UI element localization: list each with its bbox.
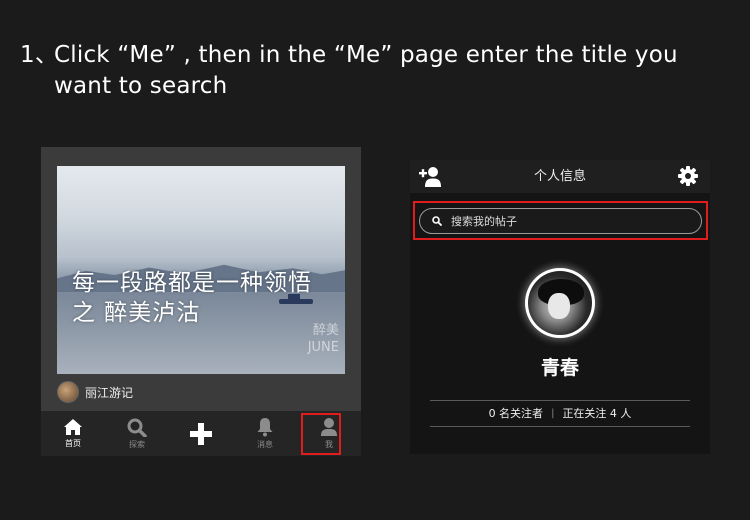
watermark-line-1: 醉美 <box>312 323 339 338</box>
post-author-name: 丽江游记 <box>85 385 134 400</box>
search-field[interactable] <box>419 208 702 234</box>
instruction: 1、 Click “Me” , then in the “Me” page en… <box>20 40 720 102</box>
step-number: 1、 <box>20 42 59 68</box>
bottom-tab-bar: 首页 探索 消息 我 <box>41 411 361 456</box>
tab-messages-label: 消息 <box>257 440 273 449</box>
tab-home-label: 首页 <box>65 439 81 448</box>
follow-stats: 0 名关注者 | 正在关注 4 人 <box>410 405 710 421</box>
photo-caption-line-2: 之 醉美泸沽 <box>72 300 201 326</box>
followers-count[interactable]: 0 名关注者 <box>489 405 544 421</box>
tab-create[interactable] <box>169 411 233 456</box>
divider-bottom <box>430 426 690 427</box>
avatar-photo <box>528 271 592 335</box>
profile-avatar[interactable] <box>525 268 595 338</box>
photo-caption: 每一段路都是一种领悟 之 醉美泸沽 <box>72 268 312 328</box>
profile-screen: 个人信息 搜索我的帖子 青春 0 名关注者 | 正在关注 4 人 <box>410 160 710 454</box>
instruction-line-2: want to search <box>54 73 228 99</box>
post-author-row[interactable]: 丽江游记 <box>57 379 133 405</box>
photo-watermark: 醉美 JUNE <box>308 322 339 356</box>
divider-top <box>430 400 690 401</box>
search-icon <box>432 216 442 226</box>
following-count[interactable]: 正在关注 4 人 <box>562 405 631 421</box>
home-icon <box>64 419 82 435</box>
author-avatar <box>57 381 79 403</box>
home-screen: 每一段路都是一种领悟 之 醉美泸沽 醉美 JUNE 丽江游记 首页 探索 消息 … <box>41 147 361 456</box>
avatar-face <box>548 293 570 319</box>
plus-icon <box>190 422 212 445</box>
add-user-icon <box>419 167 441 187</box>
follow-separator: | <box>551 407 555 419</box>
add-user-button[interactable] <box>418 166 442 192</box>
page-title: 个人信息 <box>533 169 586 184</box>
tab-messages[interactable]: 消息 <box>233 411 297 456</box>
watermark-line-2: JUNE <box>307 340 339 355</box>
search-input[interactable] <box>451 214 681 228</box>
tab-home[interactable]: 首页 <box>41 411 105 456</box>
instruction-line-1: Click “Me” , then in the “Me” page enter… <box>54 42 678 68</box>
profile-username: 青春 <box>540 357 579 379</box>
tab-me[interactable]: 我 <box>297 411 361 456</box>
tab-explore[interactable]: 探索 <box>105 411 169 456</box>
gear-icon <box>678 166 698 186</box>
bell-icon <box>257 418 273 437</box>
search-icon <box>127 418 147 437</box>
settings-button[interactable] <box>678 166 698 190</box>
photo-caption-line-1: 每一段路都是一种领悟 <box>72 270 312 296</box>
post-photo[interactable]: 每一段路都是一种领悟 之 醉美泸沽 醉美 JUNE <box>57 166 345 374</box>
tab-me-highlight-box <box>301 413 341 455</box>
tab-explore-label: 探索 <box>129 439 145 449</box>
